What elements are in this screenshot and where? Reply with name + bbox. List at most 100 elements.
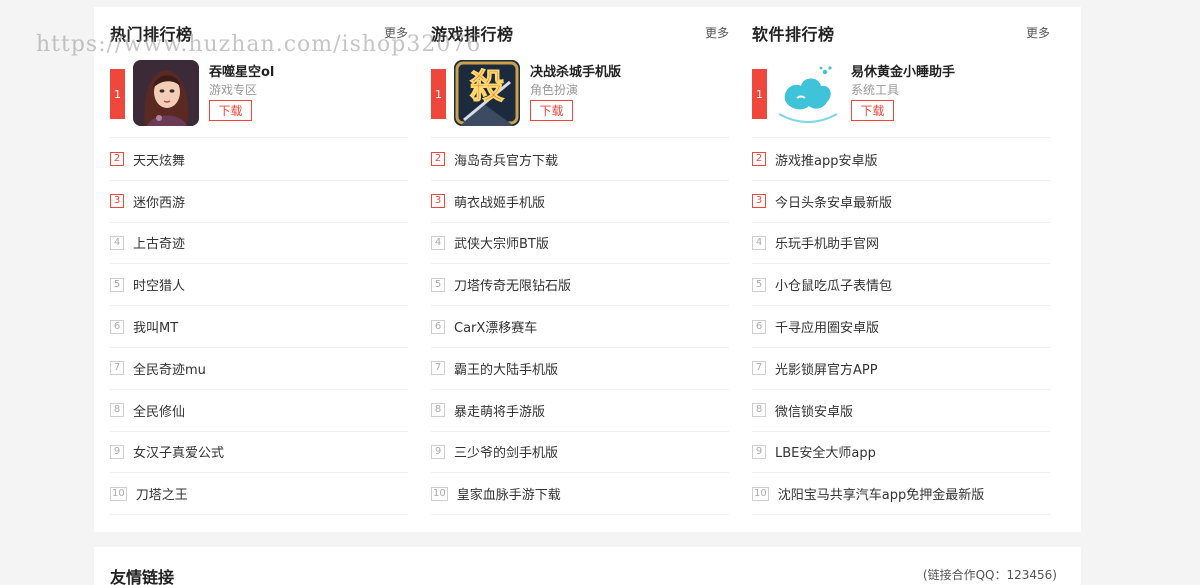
- rank-number: 7: [431, 361, 445, 376]
- rank-number: 10: [431, 486, 448, 501]
- friend-links-panel: 友情链接 (链接合作QQ：123456): [94, 547, 1081, 585]
- more-link[interactable]: 更多: [384, 24, 408, 41]
- list-item[interactable]: 7 霸王的大陆手机版: [431, 348, 729, 390]
- item-name[interactable]: 霸王的大陆手机版: [454, 359, 558, 378]
- list-item[interactable]: 9 女汉子真爱公式: [110, 432, 408, 474]
- rank-number: 2: [431, 152, 445, 167]
- item-name[interactable]: 光影锁屏官方APP: [775, 359, 878, 378]
- item-name[interactable]: 暴走萌将手游版: [454, 401, 545, 420]
- top-ranked-item[interactable]: 1 吞噬星空ol 游戏专区 下载: [110, 57, 408, 138]
- item-name[interactable]: CarX漂移赛车: [454, 317, 537, 336]
- app-name[interactable]: 易休黄金小睡助手: [851, 61, 955, 80]
- item-name[interactable]: 全民修仙: [133, 401, 185, 420]
- item-name[interactable]: 刀塔之王: [136, 484, 188, 503]
- list-item[interactable]: 2 游戏推app安卓版: [752, 139, 1050, 181]
- column-title: 游戏排行榜: [431, 25, 514, 44]
- list-item[interactable]: 3 萌衣战姬手机版: [431, 181, 729, 223]
- ranking-list: 2 天天炫舞 3 迷你西游 4 上古奇迹 5 时空猎人 6 我叫MT 7 全民奇迹mu 8全…: [110, 139, 408, 516]
- item-name[interactable]: 时空猎人: [133, 275, 185, 294]
- rank-number: 7: [110, 361, 124, 376]
- list-item[interactable]: 5 刀塔传奇无限钻石版: [431, 264, 729, 307]
- more-link[interactable]: 更多: [705, 24, 729, 41]
- item-name[interactable]: 全民奇迹mu: [133, 359, 206, 378]
- rank-badge: 1: [110, 69, 125, 119]
- item-name[interactable]: 天天炫舞: [133, 150, 185, 169]
- item-name[interactable]: 千寻应用圈安卓版: [775, 317, 879, 336]
- rank-number: 8: [752, 403, 766, 418]
- item-name[interactable]: 刀塔传奇无限钻石版: [454, 275, 571, 294]
- rank-number: 6: [431, 319, 445, 334]
- list-item[interactable]: 7 全民奇迹mu: [110, 348, 408, 390]
- list-item[interactable]: 6 千寻应用圈安卓版: [752, 306, 1050, 348]
- item-name[interactable]: 三少爷的剑手机版: [454, 442, 558, 461]
- list-item[interactable]: 10 刀塔之王: [110, 473, 408, 516]
- list-item[interactable]: 2 海岛奇兵官方下载: [431, 139, 729, 181]
- column-title: 软件排行榜: [752, 25, 835, 44]
- ranking-list: 2 海岛奇兵官方下载 3 萌衣战姬手机版 4 武侠大宗师BT版 5 刀塔传奇无限钻石版 …: [431, 139, 729, 516]
- list-item[interactable]: 4 武侠大宗师BT版: [431, 223, 729, 265]
- item-name[interactable]: 上古奇迹: [133, 233, 185, 252]
- list-item[interactable]: 3 迷你西游: [110, 181, 408, 223]
- list-item[interactable]: 5 时空猎人: [110, 264, 408, 307]
- list-item[interactable]: 8 全民修仙: [110, 390, 408, 432]
- download-button[interactable]: 下载: [209, 100, 252, 121]
- item-name[interactable]: 今日头条安卓最新版: [775, 192, 892, 211]
- list-item[interactable]: 4 上古奇迹: [110, 223, 408, 265]
- list-item[interactable]: 2 天天炫舞: [110, 139, 408, 181]
- item-name[interactable]: 乐玩手机助手官网: [775, 233, 879, 252]
- rank-badge: 1: [431, 69, 446, 119]
- top-ranked-item[interactable]: 1 殺 决战杀城手机版 角色扮演 下载: [431, 57, 729, 138]
- item-name[interactable]: 游戏推app安卓版: [775, 150, 877, 169]
- ranking-panel: 热门排行榜 更多 1 吞噬星空ol 游戏专区 下载 2 天天炫舞 3 迷你西游 …: [94, 7, 1081, 532]
- rank-number: 6: [110, 319, 124, 334]
- app-name[interactable]: 决战杀城手机版: [530, 61, 621, 80]
- download-button[interactable]: 下载: [530, 100, 573, 121]
- item-name[interactable]: 迷你西游: [133, 192, 185, 211]
- item-name[interactable]: 皇家血脉手游下载: [457, 484, 561, 503]
- list-item[interactable]: 3 今日头条安卓最新版: [752, 181, 1050, 223]
- item-name[interactable]: 女汉子真爱公式: [133, 442, 224, 461]
- rank-number: 9: [752, 444, 766, 459]
- links-contact-note: (链接合作QQ：123456): [922, 568, 1057, 582]
- links-title: 友情链接: [110, 568, 175, 585]
- item-name[interactable]: LBE安全大师app: [775, 442, 876, 461]
- list-item[interactable]: 9 LBE安全大师app: [752, 432, 1050, 474]
- item-name[interactable]: 沈阳宝马共享汽车app免押金最新版: [778, 484, 984, 503]
- list-item[interactable]: 9 三少爷的剑手机版: [431, 432, 729, 474]
- more-link[interactable]: 更多: [1026, 24, 1050, 41]
- rank-number: 5: [431, 277, 445, 292]
- rank-number: 9: [431, 444, 445, 459]
- item-name[interactable]: 小仓鼠吃瓜子表情包: [775, 275, 892, 294]
- game-character-icon[interactable]: [133, 60, 199, 126]
- ranking-list: 2 游戏推app安卓版 3 今日头条安卓最新版 4 乐玩手机助手官网 5 小仓鼠吃瓜子表…: [752, 139, 1050, 516]
- list-item[interactable]: 10 皇家血脉手游下载: [431, 473, 729, 516]
- list-item[interactable]: 8 微信锁安卓版: [752, 390, 1050, 432]
- rank-number: 4: [752, 235, 766, 250]
- list-item[interactable]: 10 沈阳宝马共享汽车app免押金最新版: [752, 473, 1050, 516]
- column-title: 热门排行榜: [110, 25, 193, 44]
- list-item[interactable]: 8 暴走萌将手游版: [431, 390, 729, 432]
- sleep-cloud-icon[interactable]: [775, 60, 841, 126]
- list-item[interactable]: 7 光影锁屏官方APP: [752, 348, 1050, 390]
- download-button[interactable]: 下载: [851, 100, 894, 121]
- kill-character-icon[interactable]: 殺: [454, 60, 520, 126]
- rank-number: 5: [752, 277, 766, 292]
- list-item[interactable]: 6 CarX漂移赛车: [431, 306, 729, 348]
- list-item[interactable]: 4 乐玩手机助手官网: [752, 223, 1050, 265]
- app-name[interactable]: 吞噬星空ol: [209, 61, 274, 80]
- list-item[interactable]: 5 小仓鼠吃瓜子表情包: [752, 264, 1050, 307]
- item-name[interactable]: 萌衣战姬手机版: [454, 192, 545, 211]
- item-name[interactable]: 海岛奇兵官方下载: [454, 150, 558, 169]
- top-ranked-item[interactable]: 1 易休黄金小睡助手 系统工具 下载: [752, 57, 1050, 138]
- item-name[interactable]: 微信锁安卓版: [775, 401, 853, 420]
- rank-number: 8: [431, 403, 445, 418]
- item-name[interactable]: 武侠大宗师BT版: [454, 233, 549, 252]
- rank-number: 2: [110, 152, 124, 167]
- rank-number: 10: [752, 486, 769, 501]
- rank-number: 3: [110, 194, 124, 209]
- rank-number: 10: [110, 486, 127, 501]
- list-item[interactable]: 6 我叫MT: [110, 306, 408, 348]
- item-name[interactable]: 我叫MT: [133, 317, 178, 336]
- rank-number: 4: [431, 235, 445, 250]
- app-category: 游戏专区: [209, 83, 258, 97]
